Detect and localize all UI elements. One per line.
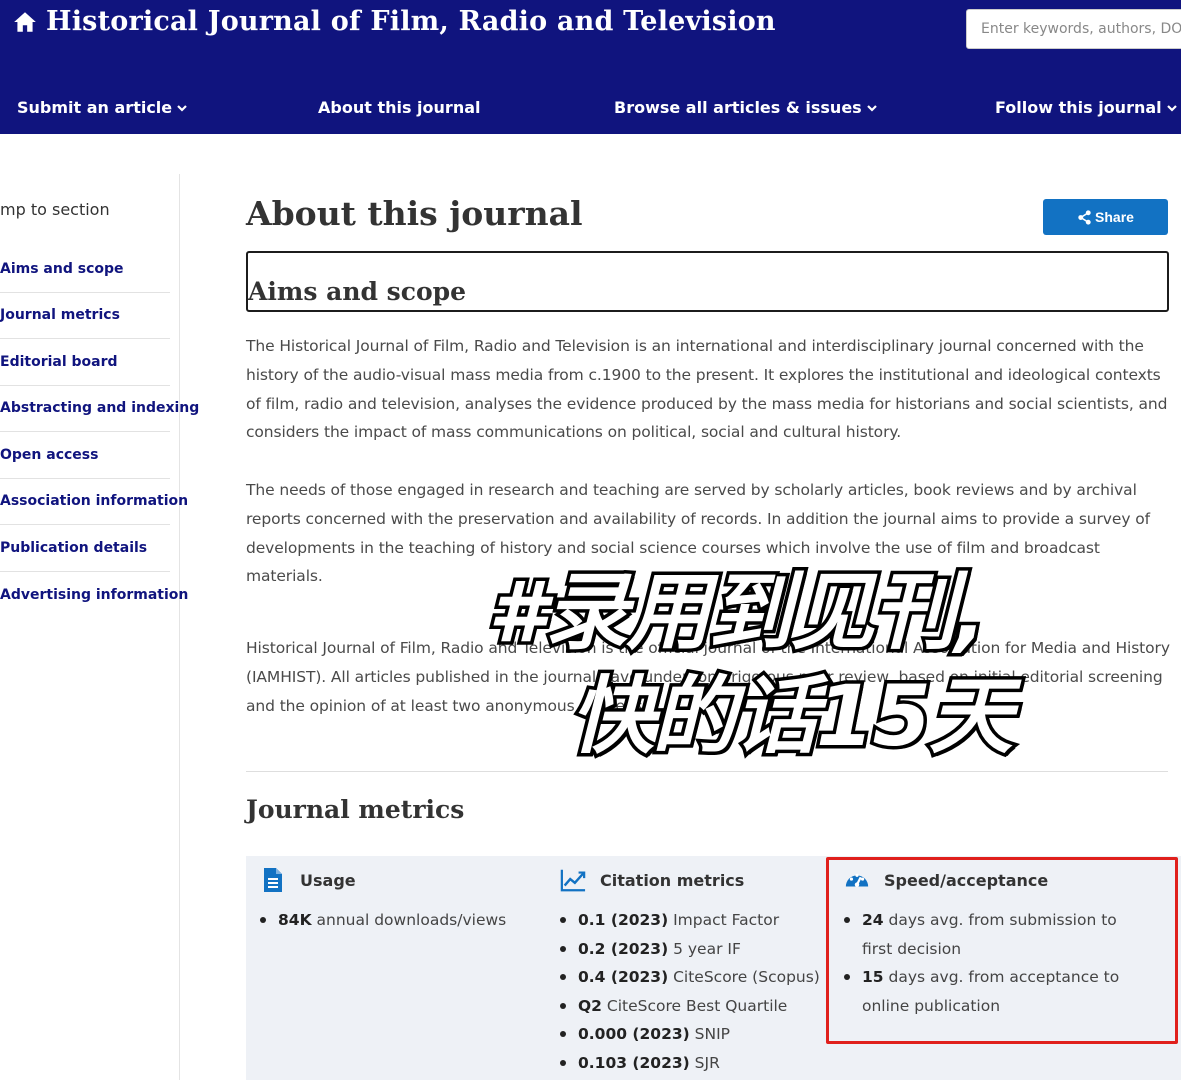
citation-header: Citation metrics — [560, 862, 744, 898]
nav-submit-article[interactable]: Submit an article — [17, 98, 188, 117]
sidebar-item-aims-scope[interactable]: Aims and scope — [0, 246, 170, 293]
share-label: Share — [1095, 209, 1134, 225]
aims-scope-section-header: Aims and scope — [246, 251, 1169, 312]
citation-list: 0.1 (2023) Impact Factor 0.2 (2023) 5 ye… — [560, 906, 820, 1077]
page-title: About this journal — [246, 194, 583, 233]
main-nav: Submit an article About this journal Bro… — [0, 98, 1181, 126]
aims-paragraph-1: The Historical Journal of Film, Radio an… — [246, 337, 1168, 442]
speed-highlight-box — [826, 857, 1178, 1044]
jump-to-section-label: mp to section — [0, 200, 110, 219]
sidebar-item-association-info[interactable]: Association information — [0, 479, 188, 525]
usage-list: 84K annual downloads/views — [260, 906, 506, 935]
sidebar-item-editorial-board[interactable]: Editorial board — [0, 339, 170, 386]
nav-label: Browse all articles & issues — [614, 98, 862, 117]
section-divider — [246, 771, 1168, 772]
share-icon — [1078, 209, 1091, 225]
chevron-down-icon — [1166, 104, 1177, 112]
search-input[interactable] — [966, 9, 1181, 49]
list-item: Q2 CiteScore Best Quartile — [560, 992, 820, 1021]
nav-browse-articles[interactable]: Browse all articles & issues — [614, 98, 878, 117]
list-item: 0.103 (2023) SJR — [560, 1049, 820, 1078]
jump-to-section-sidebar: mp to section Aims and scope Journal met… — [0, 174, 199, 1080]
home-icon — [14, 11, 36, 32]
nav-label: Follow this journal — [995, 98, 1162, 117]
document-icon — [264, 868, 282, 892]
chevron-down-icon — [177, 104, 187, 112]
list-item: 0.2 (2023) 5 year IF — [560, 935, 820, 964]
usage-header: Usage — [260, 862, 356, 898]
journal-title[interactable]: Historical Journal of Film, Radio and Te… — [46, 6, 776, 37]
line-chart-icon — [560, 869, 586, 892]
aims-scope-heading: Aims and scope — [248, 277, 467, 306]
site-header: Historical Journal of Film, Radio and Te… — [0, 0, 1181, 134]
sidebar-item-abstracting-indexing[interactable]: Abstracting and indexing — [0, 386, 199, 432]
aims-paragraph-2: The needs of those engaged in research a… — [246, 481, 1150, 586]
list-item: 0.4 (2023) CiteScore (Scopus) — [560, 963, 820, 992]
chevron-down-icon — [866, 104, 877, 112]
nav-label: Submit an article — [17, 98, 173, 117]
nav-about-journal[interactable]: About this journal — [318, 98, 480, 117]
list-item: 84K annual downloads/views — [260, 906, 506, 935]
list-item: 0.000 (2023) SNIP — [560, 1020, 820, 1049]
citation-title: Citation metrics — [600, 870, 745, 890]
section-list: Aims and scope Journal metrics Editorial… — [0, 246, 199, 619]
share-button[interactable]: Share — [1043, 199, 1168, 235]
sidebar-item-advertising-info[interactable]: Advertising information — [0, 572, 188, 619]
sidebar-item-publication-details[interactable]: Publication details — [0, 525, 170, 572]
nav-follow-journal[interactable]: Follow this journal — [995, 98, 1178, 117]
usage-title: Usage — [300, 870, 356, 890]
sidebar-item-journal-metrics[interactable]: Journal metrics — [0, 293, 170, 339]
list-item: 0.1 (2023) Impact Factor — [560, 906, 820, 935]
journal-metrics-heading: Journal metrics — [246, 795, 465, 824]
aims-paragraph-3: Historical Journal of Film, Radio and Te… — [246, 639, 1170, 715]
nav-label: About this journal — [318, 98, 481, 117]
sidebar-item-open-access[interactable]: Open access — [0, 432, 170, 479]
journal-brand[interactable]: Historical Journal of Film, Radio and Te… — [12, 6, 776, 37]
